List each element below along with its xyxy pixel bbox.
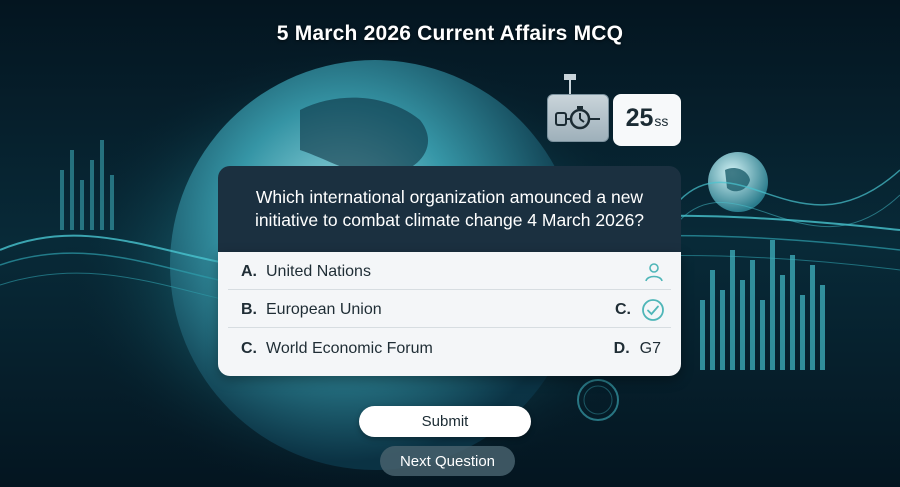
timer-value: 25 [625, 104, 654, 132]
options-panel: A. United Nations B. European Union C. C… [218, 252, 681, 376]
question-line-1: Which international organization amounce… [255, 187, 644, 207]
question-card: Which international organization amounce… [218, 166, 681, 252]
option-letter: A. [241, 262, 257, 280]
page-title: 5 March 2026 Current Affairs MCQ [276, 22, 624, 45]
option-d[interactable]: D. G7 [614, 340, 665, 358]
option-b[interactable]: B. European Union C. [228, 292, 671, 328]
option-label: United Nations [266, 262, 371, 280]
submit-button[interactable]: Submit [359, 406, 531, 437]
stopwatch-icon [555, 106, 600, 130]
timer-icon-box [547, 94, 609, 142]
option-right-letter: C. [615, 300, 631, 318]
timer-display: 25 ss [613, 94, 681, 146]
next-question-button[interactable]: Next Question [380, 446, 515, 476]
option-letter: B. [241, 300, 257, 318]
option-label: World Economic Forum [266, 340, 433, 357]
question-text: Which international organization amounce… [255, 186, 644, 232]
option-right-label: G7 [639, 340, 661, 357]
person-icon [645, 262, 663, 281]
option-letter: C. [241, 340, 257, 357]
option-a[interactable]: A. United Nations [228, 254, 671, 290]
question-line-2: initiative to combat climate change 4 Ma… [254, 210, 645, 230]
option-a-right [643, 261, 665, 283]
timer-unit: ss [654, 113, 669, 129]
check-circle-icon [642, 298, 664, 321]
option-b-right: C. [615, 298, 665, 322]
option-right-letter: D. [613, 340, 630, 357]
option-label: European Union [266, 300, 382, 318]
option-c[interactable]: C. World Economic Forum D. G7 [228, 331, 671, 367]
